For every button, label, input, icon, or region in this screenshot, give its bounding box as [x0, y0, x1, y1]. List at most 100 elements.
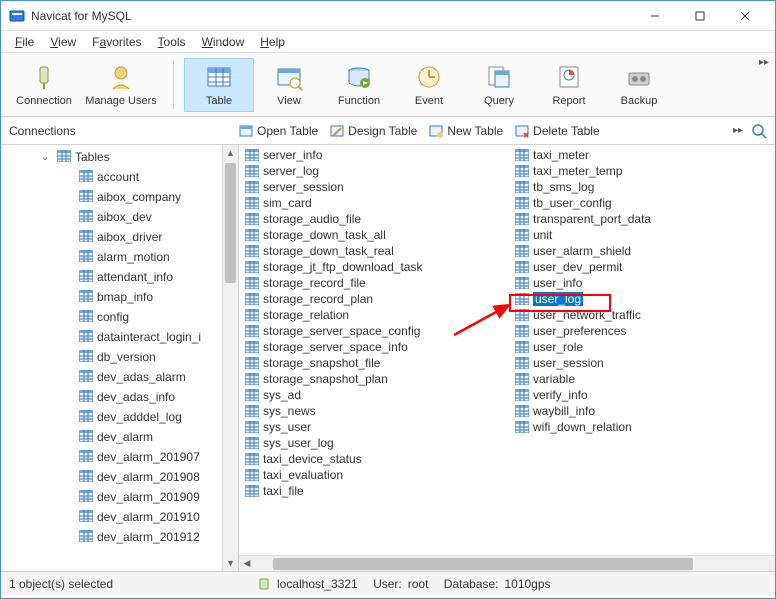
tree-item[interactable]: dev_alarm_201912 [1, 527, 238, 547]
menu-file[interactable]: File [9, 35, 40, 49]
tree-item[interactable]: dev_alarm_201907 [1, 447, 238, 467]
table-item[interactable]: sys_user_log [239, 435, 509, 451]
tree-item[interactable]: db_version [1, 347, 238, 367]
table-item[interactable]: user_session [509, 355, 775, 371]
table-item-label: transparent_port_data [533, 212, 651, 226]
table-item[interactable]: sys_user [239, 419, 509, 435]
table-item[interactable]: server_info [239, 147, 509, 163]
table-icon [79, 230, 93, 244]
new-table-button[interactable]: New Table [429, 124, 503, 138]
table-item[interactable]: storage_down_task_real [239, 243, 509, 259]
scroll-thumb[interactable] [225, 163, 236, 283]
table-item[interactable]: unit [509, 227, 775, 243]
table-item[interactable]: user_preferences [509, 323, 775, 339]
table-item[interactable]: user_role [509, 339, 775, 355]
table-item[interactable]: wifi_down_relation [509, 419, 775, 435]
table-item[interactable]: user_info [509, 275, 775, 291]
table-item[interactable]: user_log [509, 291, 775, 307]
table-item[interactable]: user_alarm_shield [509, 243, 775, 259]
table-icon [245, 181, 259, 193]
content-horizontal-scrollbar[interactable]: ◀ [239, 555, 775, 571]
function-button[interactable]: Function [324, 58, 394, 112]
tree-root-tables[interactable]: ⌄Tables [1, 147, 238, 167]
table-item[interactable]: tb_user_config [509, 195, 775, 211]
tree-item[interactable]: dev_alarm_201910 [1, 507, 238, 527]
tree-item[interactable]: config [1, 307, 238, 327]
scroll-down-icon[interactable]: ▼ [223, 555, 238, 571]
table-item[interactable]: sys_ad [239, 387, 509, 403]
tree-item[interactable]: dev_alarm_201909 [1, 487, 238, 507]
app-icon [9, 8, 25, 24]
tree-item[interactable]: attendant_info [1, 267, 238, 287]
table-item[interactable]: taxi_file [239, 483, 509, 499]
event-button[interactable]: Event [394, 58, 464, 112]
tree-item[interactable]: aibox_company [1, 187, 238, 207]
table-item[interactable]: storage_down_task_all [239, 227, 509, 243]
open-table-button[interactable]: Open Table [239, 124, 318, 138]
sidebar-scrollbar[interactable]: ▲ ▼ [222, 145, 238, 571]
table-item[interactable]: storage_jt_ftp_download_task [239, 259, 509, 275]
table-item[interactable]: storage_relation [239, 307, 509, 323]
table-item[interactable]: sim_card [239, 195, 509, 211]
tree-item[interactable]: alarm_motion [1, 247, 238, 267]
table-item[interactable]: user_dev_permit [509, 259, 775, 275]
table-item[interactable]: user_network_traffic [509, 307, 775, 323]
search-icon[interactable] [751, 123, 767, 139]
query-button[interactable]: Query [464, 58, 534, 112]
minimize-button[interactable] [632, 2, 677, 30]
tree-item[interactable]: bmap_info [1, 287, 238, 307]
close-button[interactable] [722, 2, 767, 30]
menu-window[interactable]: Window [196, 35, 251, 49]
table-item[interactable]: taxi_device_status [239, 451, 509, 467]
tree-item[interactable]: aibox_dev [1, 207, 238, 227]
table-item[interactable]: storage_snapshot_plan [239, 371, 509, 387]
connection-button[interactable]: Connection [9, 58, 79, 112]
table-item[interactable]: taxi_meter [509, 147, 775, 163]
table-item[interactable]: taxi_evaluation [239, 467, 509, 483]
report-button[interactable]: Report [534, 58, 604, 112]
collapse-icon[interactable]: ⌄ [41, 152, 53, 163]
sub-overflow-icon[interactable]: ▸▸ [733, 125, 743, 136]
table-item[interactable]: tb_sms_log [509, 179, 775, 195]
delete-table-button[interactable]: Delete Table [515, 124, 600, 138]
design-table-button[interactable]: Design Table [330, 124, 417, 138]
tree-item[interactable]: aibox_driver [1, 227, 238, 247]
tree-item[interactable]: dev_alarm [1, 427, 238, 447]
tree-item[interactable]: dev_adddel_log [1, 407, 238, 427]
table-item[interactable]: variable [509, 371, 775, 387]
tree-item[interactable]: dev_alarm_201908 [1, 467, 238, 487]
table-item[interactable]: storage_server_space_config [239, 323, 509, 339]
status-user: root [408, 577, 429, 591]
table-item[interactable]: storage_audio_file [239, 211, 509, 227]
table-item[interactable]: sys_news [239, 403, 509, 419]
table-item[interactable]: server_session [239, 179, 509, 195]
tree-item[interactable]: account [1, 167, 238, 187]
table-item[interactable]: storage_record_file [239, 275, 509, 291]
table-item[interactable]: storage_snapshot_file [239, 355, 509, 371]
backup-button[interactable]: Backup [604, 58, 674, 112]
tree-item[interactable]: datainteract_login_i [1, 327, 238, 347]
menu-help[interactable]: Help [254, 35, 291, 49]
table-item[interactable]: server_log [239, 163, 509, 179]
table-icon [79, 450, 93, 464]
table-item[interactable]: storage_record_plan [239, 291, 509, 307]
table-item[interactable]: verify_info [509, 387, 775, 403]
tree-item[interactable]: dev_adas_alarm [1, 367, 238, 387]
tree-item[interactable]: dev_adas_info [1, 387, 238, 407]
table-item[interactable]: taxi_meter_temp [509, 163, 775, 179]
menu-favorites[interactable]: Favorites [86, 35, 147, 49]
table-item[interactable]: storage_server_space_info [239, 339, 509, 355]
table-button[interactable]: Table [184, 58, 254, 112]
table-item[interactable]: waybill_info [509, 403, 775, 419]
scroll-left-icon[interactable]: ◀ [239, 558, 255, 569]
menu-view[interactable]: View [44, 35, 82, 49]
hscroll-thumb[interactable] [273, 558, 693, 570]
table-item[interactable]: transparent_port_data [509, 211, 775, 227]
scroll-up-icon[interactable]: ▲ [223, 145, 238, 161]
maximize-button[interactable] [677, 2, 722, 30]
manage-users-button[interactable]: Manage Users [79, 58, 163, 112]
menu-tools[interactable]: Tools [152, 35, 192, 49]
table-icon [515, 293, 529, 305]
toolbar-overflow-icon[interactable]: ▸▸ [759, 57, 769, 68]
view-button[interactable]: View [254, 58, 324, 112]
